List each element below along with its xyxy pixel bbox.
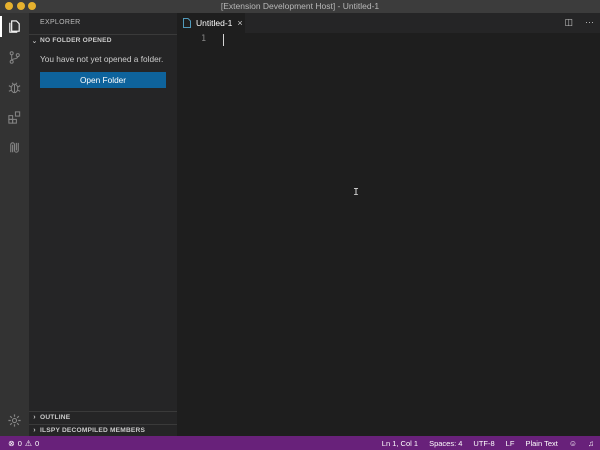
feedback-icon[interactable]: ☺ [569,439,577,448]
editor-tab-bar: Untitled-1 × ◫ ··· [177,13,600,33]
status-bar: ⊗ 0 ⚠ 0 Ln 1, Col 1 Spaces: 4 UTF-8 LF P… [0,436,600,450]
activity-source-control[interactable] [4,47,25,68]
chevron-down-icon: ⌄ [31,37,38,45]
text-editor[interactable]: 1 I [177,33,600,436]
activity-debug[interactable] [4,77,25,98]
title-bar: [Extension Development Host] - Untitled-… [0,0,600,13]
extensions-icon [8,111,21,124]
split-editor-icon[interactable]: ◫ [564,17,573,28]
activity-extensions[interactable] [4,107,25,128]
bell-icon[interactable]: ♫ [588,439,594,448]
activity-settings[interactable] [4,410,25,431]
no-folder-section-label: NO FOLDER OPENED [40,37,112,44]
problems-indicator[interactable]: ⊗ 0 ⚠ 0 [8,436,39,450]
activity-remote[interactable] [4,137,25,158]
language-mode[interactable]: Plain Text [525,439,557,448]
explorer-sidebar: EXPLORER ⌄ NO FOLDER OPENED You have not… [29,13,177,436]
warning-icon: ⚠ [24,438,33,448]
bug-icon [8,82,21,94]
window-title: [Extension Development Host] - Untitled-… [220,1,380,11]
gear-icon [8,414,21,427]
activity-bar [0,13,29,436]
file-icon [183,18,191,28]
no-folder-section-header[interactable]: ⌄ NO FOLDER OPENED [29,34,177,46]
files-icon [9,20,20,33]
error-count: 0 [17,438,22,448]
indentation[interactable]: Spaces: 4 [429,439,462,448]
status-bar-right: Ln 1, Col 1 Spaces: 4 UTF-8 LF Plain Tex… [382,436,594,450]
remote-icon [10,142,19,153]
cursor-position[interactable]: Ln 1, Col 1 [382,439,418,448]
chevron-right-icon: › [33,427,36,434]
line-number: 1 [201,34,207,44]
error-icon: ⊗ [8,438,15,448]
no-folder-message: You have not yet opened a folder. [40,54,164,64]
activity-explorer[interactable] [0,16,25,37]
warning-count: 0 [35,438,40,448]
editor-actions: ◫ ··· [564,17,594,28]
chevron-right-icon: › [33,414,36,421]
encoding[interactable]: UTF-8 [473,439,494,448]
outline-section-label: OUTLINE [40,414,71,421]
source-control-icon [9,51,20,64]
tab-label: Untitled-1 [196,18,233,28]
ilspy-section-label: ILSPY DECOMPILED MEMBERS [40,427,146,434]
open-folder-button[interactable]: Open Folder [40,72,166,88]
end-of-line[interactable]: LF [506,439,515,448]
ibeam-cursor-icon: I [353,187,360,198]
tab-untitled-1[interactable]: Untitled-1 × [177,13,245,33]
text-cursor [223,34,224,46]
more-actions-icon[interactable]: ··· [585,17,594,28]
close-icon[interactable]: × [237,18,242,28]
ilspy-section-header[interactable]: › ILSPY DECOMPILED MEMBERS [29,424,177,436]
outline-section-header[interactable]: › OUTLINE [29,411,177,423]
sidebar-title: EXPLORER [40,19,81,26]
